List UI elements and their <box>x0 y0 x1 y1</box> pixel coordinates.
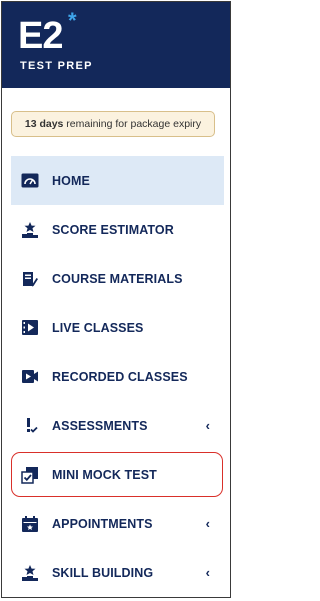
sidebar-item-label: APPOINTMENTS <box>52 516 153 531</box>
sidebar-item-recorded-classes[interactable]: RECORDED CLASSES <box>11 352 224 401</box>
assessment-icon <box>21 417 39 435</box>
brand-header[interactable]: E2 * TEST PREP <box>2 2 230 88</box>
package-expiry-notice: 13 days remaining for package expiry <box>11 111 215 137</box>
sidebar-item-skill-building[interactable]: SKILL BUILDING ‹ <box>11 548 224 597</box>
sidebar-item-label: MINI MOCK TEST <box>52 467 157 482</box>
dashboard-icon <box>21 172 39 190</box>
checklist-icon <box>21 466 39 484</box>
sidebar-item-label: LIVE CLASSES <box>52 320 144 335</box>
sidebar-item-score-estimator[interactable]: SCORE ESTIMATOR <box>11 205 224 254</box>
expiry-days: 13 days <box>24 118 64 130</box>
chevron-left-icon[interactable]: ‹ <box>206 515 210 530</box>
book-pen-icon <box>21 270 39 288</box>
chevron-left-icon[interactable]: ‹ <box>206 564 210 579</box>
sidebar-item-label: COURSE MATERIALS <box>52 271 183 286</box>
sidebar-item-appointments[interactable]: APPOINTMENTS ‹ <box>11 499 224 548</box>
award-podium-icon <box>21 221 39 239</box>
sidebar-item-live-classes[interactable]: LIVE CLASSES <box>11 303 224 352</box>
sidebar-item-label: SKILL BUILDING <box>52 565 154 580</box>
sidebar-nav: HOME SCORE ESTIMATOR COURSE MATERIALS LI… <box>11 156 224 597</box>
chevron-left-icon[interactable]: ‹ <box>206 417 210 432</box>
sidebar-item-course-materials[interactable]: COURSE MATERIALS <box>11 254 224 303</box>
calendar-icon <box>21 515 39 533</box>
sidebar-item-label: ASSESSMENTS <box>52 418 148 433</box>
sidebar-item-home[interactable]: HOME <box>11 156 224 205</box>
logo-text: E2 <box>18 15 63 57</box>
sidebar-item-assessments[interactable]: ASSESSMENTS ‹ <box>11 401 224 450</box>
logo-subtitle: TEST PREP <box>20 60 93 72</box>
sidebar-item-label: RECORDED CLASSES <box>52 369 188 384</box>
sidebar-item-label: HOME <box>52 173 90 188</box>
live-video-icon <box>21 319 39 337</box>
sidebar-item-mini-mock-test[interactable]: MINI MOCK TEST <box>11 450 224 499</box>
sidebar-item-label: SCORE ESTIMATOR <box>52 222 174 237</box>
expiry-text: remaining for package expiry <box>63 118 202 130</box>
logo-star: * <box>68 8 77 33</box>
sidebar: E2 * TEST PREP 13 days remaining for pac… <box>1 1 231 598</box>
video-camera-icon <box>21 368 39 386</box>
skill-podium-icon <box>21 564 39 582</box>
